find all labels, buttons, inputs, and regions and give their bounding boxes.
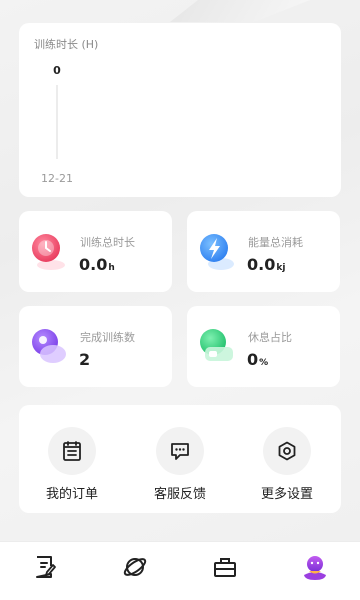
my-orders-button[interactable]: 我的订单 [32, 427, 112, 502]
settings-hexagon-icon [263, 427, 311, 475]
stat-label: 能量总消耗 [248, 236, 303, 249]
tab-shop[interactable] [210, 552, 240, 582]
stat-value: 0.0h [79, 255, 115, 274]
profile-avatar-icon [304, 556, 326, 580]
shop-bag-icon [214, 558, 236, 577]
notes-icon [36, 556, 56, 578]
planet-icon [123, 558, 147, 576]
training-duration-chart-card: 训练时长 (H) 0 12-21 [19, 23, 341, 197]
more-settings-button[interactable]: 更多设置 [247, 427, 327, 502]
tab-notes[interactable] [30, 552, 60, 582]
service-menu-card: 我的订单 客服反馈 更多设置 [19, 405, 341, 513]
stat-value: 0% [247, 350, 269, 369]
order-list-icon [48, 427, 96, 475]
workout-count-icon [29, 326, 69, 368]
clock-icon [29, 231, 69, 273]
menu-label: 我的订单 [45, 487, 98, 502]
menu-label: 客服反馈 [153, 487, 206, 502]
tab-explore[interactable] [120, 552, 150, 582]
chat-feedback-icon [156, 427, 204, 475]
customer-feedback-button[interactable]: 客服反馈 [140, 427, 220, 502]
chart-data-label: 0 [53, 64, 61, 77]
stat-card-rest-ratio: 休息占比 0% [187, 306, 340, 387]
stat-value: 2 [79, 350, 91, 369]
stat-card-energy: 能量总消耗 0.0kj [187, 211, 340, 292]
lightning-icon [197, 231, 237, 273]
rest-ratio-icon [197, 326, 237, 368]
stat-value: 0.0kj [247, 255, 286, 274]
stat-card-total-duration: 训练总时长 0.0h [19, 211, 172, 292]
bottom-tab-bar [0, 541, 360, 600]
stat-label: 完成训练数 [80, 331, 135, 344]
background-decoration [170, 0, 310, 22]
stat-label: 训练总时长 [80, 236, 135, 249]
chart-category-label: 12-21 [41, 172, 73, 185]
menu-label: 更多设置 [260, 487, 313, 502]
stat-label: 休息占比 [248, 331, 292, 344]
tab-profile[interactable] [300, 552, 330, 582]
stat-card-completed-count: 完成训练数 2 [19, 306, 172, 387]
training-duration-chart: 0 12-21 [41, 64, 73, 185]
